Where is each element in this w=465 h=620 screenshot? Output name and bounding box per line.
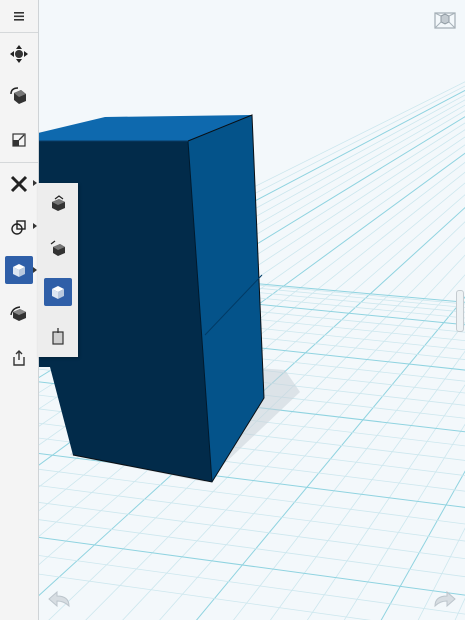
view-cube-button[interactable]	[432, 9, 458, 36]
primitive-tool-icon	[13, 264, 25, 277]
shell-button[interactable]	[44, 322, 72, 350]
rotate-tool-icon	[10, 87, 26, 104]
move-tool-button[interactable]	[0, 32, 38, 76]
sketch-tool-icon	[10, 175, 28, 193]
box-primitive-button[interactable]	[44, 278, 72, 306]
grid-line	[38, 536, 465, 596]
grid-line	[38, 501, 465, 560]
primitive-tool-button[interactable]	[5, 256, 33, 284]
scale-tool-icon	[12, 133, 26, 147]
primitive-tool-caret	[33, 267, 37, 273]
share-button[interactable]	[0, 336, 38, 380]
redo-arrow-icon	[434, 590, 456, 608]
undo-button[interactable]	[47, 590, 73, 615]
shell-icon	[52, 328, 64, 345]
undo-arrow-icon	[48, 590, 70, 608]
primitive-flyout-menu	[38, 183, 78, 357]
menu-icon	[14, 12, 24, 21]
extrude-button[interactable]	[44, 190, 72, 218]
view-cube-icon	[434, 12, 456, 29]
rotate-tool-button[interactable]	[0, 74, 38, 118]
construct-tool-caret	[33, 223, 37, 229]
scale-tool-button[interactable]	[0, 118, 38, 163]
modify-tool-button[interactable]	[0, 292, 38, 336]
scroll-handle[interactable]	[456, 290, 464, 332]
left-toolbar	[0, 0, 39, 620]
move-tool-icon	[10, 45, 28, 63]
grid-line	[38, 485, 465, 542]
modify-tool-icon	[10, 306, 26, 321]
sweep-icon	[50, 240, 65, 256]
box-primitive-icon	[52, 286, 64, 299]
redo-button[interactable]	[431, 590, 457, 615]
menu-button[interactable]	[0, 0, 38, 33]
sketch-tool-caret	[33, 180, 37, 186]
extrude-icon	[52, 195, 65, 211]
construct-tool-icon	[11, 220, 26, 235]
share-icon	[13, 350, 25, 366]
sweep-button[interactable]	[44, 234, 72, 262]
